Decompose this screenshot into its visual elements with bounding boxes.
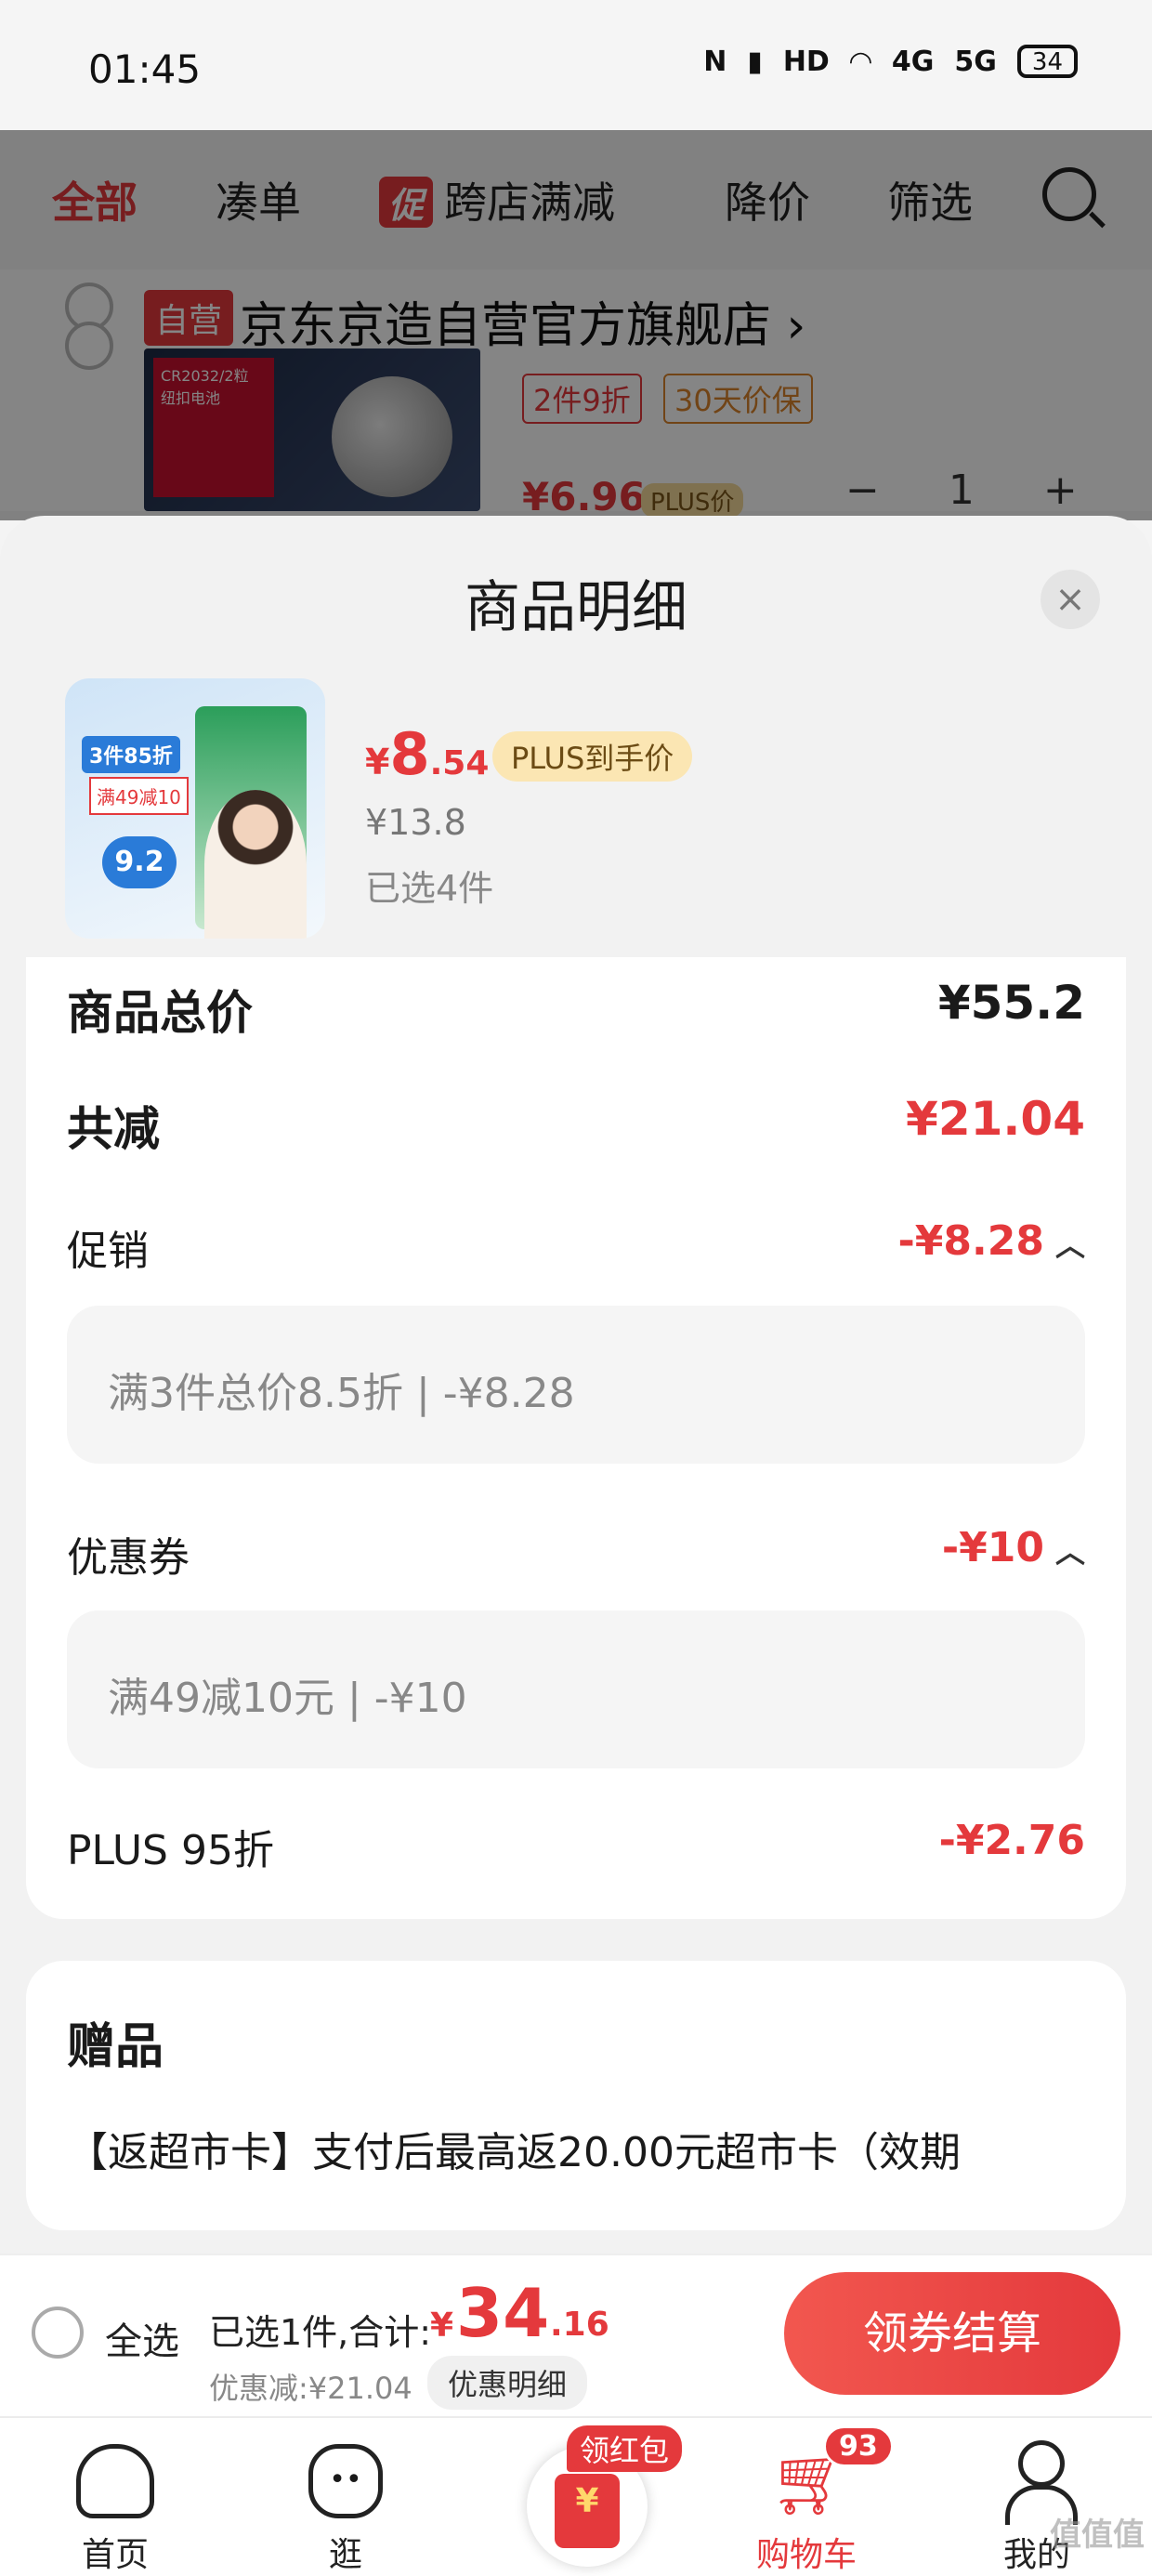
original-price: ¥13.8 xyxy=(365,802,466,843)
total-reduction-label: 共减 xyxy=(67,1102,160,1156)
close-icon[interactable]: × xyxy=(1041,570,1100,629)
promotion-label: 促销 xyxy=(67,1228,149,1275)
product-detail-sheet: 商品明细 × 3件85折 满49减10 9.2 ¥8.54 PLUS到手价 ¥1… xyxy=(0,516,1152,2254)
price-currency: ¥ xyxy=(365,742,390,782)
discount-amount: 优惠减:¥21.04 xyxy=(209,2371,412,2406)
nfc-icon: N xyxy=(703,45,727,78)
select-all-label[interactable]: 全选 xyxy=(105,2311,179,2365)
nav-home[interactable]: 首页 xyxy=(22,2418,208,2576)
home-icon xyxy=(76,2444,154,2518)
plus-price-badge: PLUS到手价 xyxy=(492,731,693,782)
nav-cart-label: 购物车 xyxy=(755,2536,857,2574)
browse-face-icon: •• xyxy=(308,2444,383,2518)
wifi-icon: ◠ xyxy=(849,45,871,78)
thumb-discount-badge: 3件85折 xyxy=(82,736,180,773)
select-all-checkbox[interactable] xyxy=(32,2307,84,2359)
nav-browse-label: 逛 xyxy=(328,2536,362,2574)
promotion-detail: 满3件总价8.5折 | -¥8.28 xyxy=(108,1370,575,1417)
promotion-detail-box: 满3件总价8.5折 | -¥8.28 xyxy=(67,1306,1085,1464)
total-decimal: .16 xyxy=(550,2306,609,2344)
thumb-coupon-badge: 满49减10 xyxy=(89,777,189,815)
red-envelope-symbol: ¥ xyxy=(555,2474,620,2548)
coupon-value: -¥10 xyxy=(941,1524,1044,1571)
thumb-price-badge: 9.2 xyxy=(102,836,177,888)
status-icons: N ▮ HD ◠ 4G 5G 34 xyxy=(703,45,1078,78)
price-breakdown-card: 商品总价 ¥55.2 共减 ¥21.04 促销 -¥8.28 ︿ 满3件总价8.5… xyxy=(26,957,1126,1919)
gift-description: 【返超市卡】支付后最高返20.00元超市卡（效期 xyxy=(67,2129,961,2176)
nav-browse[interactable]: •• 逛 xyxy=(253,2418,439,2576)
coupon-detail-box: 满49减10元 | -¥10 xyxy=(67,1610,1085,1768)
vibrate-icon: ▮ xyxy=(747,45,763,78)
status-time: 01:45 xyxy=(88,46,202,92)
checkout-bar: 全选 已选1件,合计: ¥ 34 .16 优惠减:¥21.04 优惠明细 领券结… xyxy=(0,2254,1152,2416)
nav-cart[interactable]: 🛒︎ 93 购物车 xyxy=(713,2418,899,2576)
plus-discount-label: PLUS 95折 xyxy=(67,1827,274,1874)
total-price-label: 商品总价 xyxy=(67,986,253,1040)
battery-icon: 34 xyxy=(1016,45,1078,78)
nav-home-label: 首页 xyxy=(81,2536,149,2574)
signal-5g-icon: 5G xyxy=(954,45,997,78)
bottom-nav: 首页 •• 逛 ¥ 领红包 🛒︎ 93 购物车 我的 xyxy=(0,2416,1152,2576)
price-integer: 8 xyxy=(389,720,430,788)
plus-final-price: ¥8.54 xyxy=(365,720,489,788)
price-decimal: .54 xyxy=(429,744,490,782)
status-bar: 01:45 N ▮ HD ◠ 4G 5G 34 xyxy=(0,0,1152,130)
total-label: 已选1件,合计: xyxy=(209,2312,432,2353)
redpack-tag: 领红包 xyxy=(567,2425,683,2472)
modal-overlay[interactable] xyxy=(0,130,1152,520)
sheet-title: 商品明细 xyxy=(465,575,687,640)
total-integer: 34 xyxy=(456,2274,550,2352)
selected-count: 已选4件 xyxy=(365,868,494,909)
checkout-button[interactable]: 领券结算 xyxy=(784,2272,1120,2395)
signal-4g-icon: 4G xyxy=(891,45,935,78)
watermark: 值值值 xyxy=(1050,2517,1145,2554)
discount-detail-button[interactable]: 优惠明细 xyxy=(427,2356,588,2410)
gift-card: 赠品 【返超市卡】支付后最高返20.00元超市卡（效期 xyxy=(26,1961,1126,2230)
model-image xyxy=(204,790,307,939)
product-thumbnail[interactable]: 3件85折 满49减10 9.2 xyxy=(65,678,325,939)
coupon-label: 优惠券 xyxy=(67,1534,190,1582)
chevron-up-icon: ︿ xyxy=(1054,1534,1085,1570)
total-price-value: ¥55.2 xyxy=(937,976,1085,1030)
hd-icon: HD xyxy=(782,45,830,78)
plus-discount-value: -¥2.76 xyxy=(938,1817,1085,1864)
promotion-value: -¥8.28 xyxy=(897,1217,1044,1265)
coupon-detail: 满49减10元 | -¥10 xyxy=(108,1675,467,1722)
cart-count-badge: 93 xyxy=(823,2425,894,2467)
promotion-toggle[interactable]: -¥8.28 ︿ xyxy=(898,1217,1085,1265)
chevron-up-icon: ︿ xyxy=(1054,1228,1085,1263)
gift-title: 赠品 xyxy=(67,2019,164,2075)
total-reduction-value: ¥21.04 xyxy=(906,1092,1085,1146)
coupon-toggle[interactable]: -¥10 ︿ xyxy=(942,1524,1085,1571)
nav-redpack[interactable]: ¥ 领红包 xyxy=(476,2418,683,2576)
total-currency: ¥ xyxy=(430,2307,454,2345)
